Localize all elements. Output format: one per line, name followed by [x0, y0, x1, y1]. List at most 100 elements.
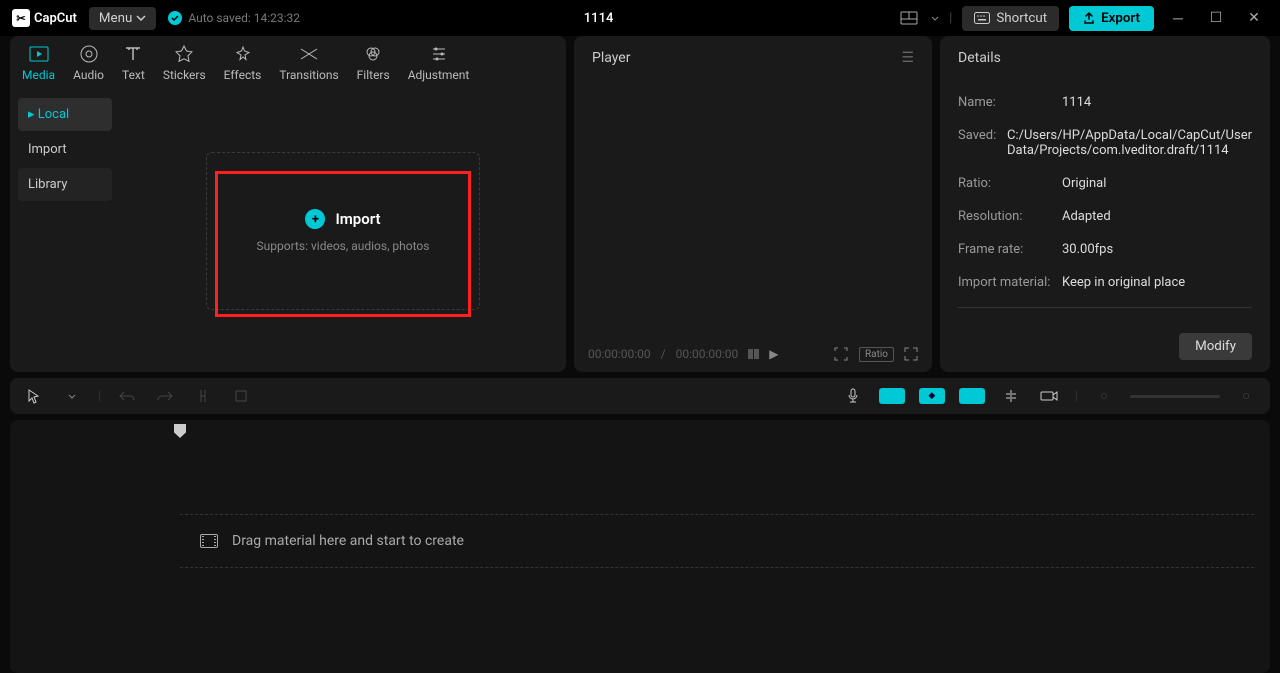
- time-current: 00:00:00:00: [588, 347, 651, 361]
- app-name: CapCut: [34, 11, 77, 26]
- details-header: Details: [940, 36, 1270, 80]
- zoom-out-button[interactable]: ○: [1092, 384, 1116, 408]
- tab-text[interactable]: Text: [122, 44, 145, 82]
- detail-row-resolution: Resolution:Adapted: [958, 200, 1252, 233]
- play-button[interactable]: ▶: [769, 347, 778, 361]
- separator: |: [98, 389, 101, 404]
- tab-label: Adjustment: [408, 68, 470, 82]
- export-label: Export: [1101, 11, 1140, 26]
- audio-icon: [79, 44, 99, 64]
- drag-hint: Drag material here and start to create: [232, 533, 464, 549]
- transitions-icon: [299, 44, 319, 64]
- tab-filters[interactable]: Filters: [357, 44, 390, 82]
- tab-audio[interactable]: Audio: [73, 44, 104, 82]
- modify-button[interactable]: Modify: [1179, 333, 1252, 360]
- align-button[interactable]: [999, 384, 1023, 408]
- hamburger-icon[interactable]: ☰: [901, 50, 914, 66]
- menu-label: Menu: [99, 11, 132, 26]
- player-footer: 00:00:00:00 / 00:00:00:00 ▶ Ratio: [574, 336, 932, 372]
- tab-label: Effects: [224, 68, 262, 82]
- split-button[interactable]: [191, 384, 215, 408]
- crop-button[interactable]: [229, 384, 253, 408]
- undo-button[interactable]: [115, 384, 139, 408]
- sidebar-item-local[interactable]: ▸ Local: [18, 98, 112, 131]
- app-logo: ✂ CapCut: [12, 9, 77, 27]
- media-body: ▸ Local Import Library + Import Supports…: [10, 90, 566, 372]
- shortcut-button[interactable]: Shortcut: [962, 6, 1059, 31]
- import-label: Import: [335, 210, 380, 228]
- mic-button[interactable]: [841, 384, 865, 408]
- detail-label: Name:: [958, 95, 1062, 110]
- layout-button[interactable]: [897, 6, 921, 30]
- pointer-dropdown[interactable]: [60, 384, 84, 408]
- detail-row-import-material: Import material:Keep in original place: [958, 266, 1252, 299]
- import-row: + Import: [257, 209, 430, 229]
- track-toggle-3[interactable]: [959, 388, 985, 404]
- layout-icon: [900, 11, 918, 25]
- timeline-track[interactable]: Drag material here and start to create: [180, 514, 1254, 568]
- zoom-in-button[interactable]: ○: [1234, 384, 1258, 408]
- export-icon: [1083, 12, 1095, 24]
- import-dropzone[interactable]: + Import Supports: videos, audios, photo…: [206, 152, 481, 310]
- minimize-button[interactable]: ─: [1164, 4, 1192, 32]
- detail-label: Ratio:: [958, 176, 1062, 191]
- fullscreen-icon[interactable]: [904, 347, 918, 361]
- sidebar-item-label: Local: [38, 107, 69, 122]
- timeline[interactable]: Drag material here and start to create: [10, 420, 1270, 673]
- export-button[interactable]: Export: [1069, 6, 1154, 31]
- autosave-status: Auto saved: 14:23:32: [168, 11, 300, 25]
- compare-icon[interactable]: [748, 349, 759, 359]
- detail-value: 30.00fps: [1062, 242, 1252, 257]
- main-area: Media Audio Text Stickers Effects Transi…: [0, 36, 1280, 372]
- tab-label: Transitions: [279, 68, 338, 82]
- tab-media[interactable]: Media: [22, 44, 55, 82]
- time-total: 00:00:00:00: [676, 347, 739, 361]
- keyboard-icon: [974, 12, 990, 24]
- separator: |: [949, 11, 952, 26]
- player-panel: Player ☰ 00:00:00:00 / 00:00:00:00 ▶ Rat…: [574, 36, 932, 372]
- tab-label: Stickers: [163, 68, 206, 82]
- track-toggle-1[interactable]: [879, 388, 905, 404]
- tab-label: Text: [122, 68, 145, 82]
- detail-value: Adapted: [1062, 209, 1252, 224]
- detail-value: 1114: [1062, 95, 1252, 110]
- chevron-down-icon[interactable]: [931, 16, 939, 21]
- player-viewport[interactable]: [574, 80, 932, 336]
- playhead-marker[interactable]: [174, 424, 186, 438]
- sidebar-item-import[interactable]: Import: [18, 133, 112, 166]
- detail-row-ratio: Ratio:Original: [958, 167, 1252, 200]
- details-body: Name:1114 Saved:C:/Users/HP/AppData/Loca…: [940, 80, 1270, 329]
- tab-label: Media: [22, 68, 55, 82]
- detail-label: Import material:: [958, 275, 1062, 290]
- preview-button[interactable]: [1037, 384, 1061, 408]
- zoom-slider[interactable]: [1130, 395, 1220, 398]
- import-subtext: Supports: videos, audios, photos: [257, 239, 430, 253]
- media-icon: [29, 44, 49, 64]
- film-icon: [200, 534, 218, 548]
- ratio-button[interactable]: Ratio: [859, 347, 894, 362]
- check-icon: [168, 11, 182, 25]
- tab-stickers[interactable]: Stickers: [163, 44, 206, 82]
- top-tabs: Media Audio Text Stickers Effects Transi…: [10, 36, 566, 90]
- detail-row-name: Name:1114: [958, 86, 1252, 119]
- project-title: 1114: [312, 11, 885, 26]
- menu-button[interactable]: Menu: [89, 7, 156, 30]
- detail-label: Saved:: [958, 128, 1007, 143]
- close-button[interactable]: ✕: [1240, 4, 1268, 32]
- scan-icon[interactable]: [833, 346, 849, 362]
- separator: |: [1075, 389, 1078, 404]
- redo-button[interactable]: [153, 384, 177, 408]
- titlebar: ✂ CapCut Menu Auto saved: 14:23:32 1114 …: [0, 0, 1280, 36]
- media-content: + Import Supports: videos, audios, photo…: [120, 90, 566, 372]
- maximize-button[interactable]: ☐: [1202, 4, 1230, 32]
- tab-effects[interactable]: Effects: [224, 44, 262, 82]
- player-title: Player: [592, 50, 630, 66]
- detail-value: C:/Users/HP/AppData/Local/CapCut/User Da…: [1007, 128, 1252, 158]
- tab-transitions[interactable]: Transitions: [279, 44, 338, 82]
- tab-label: Audio: [73, 68, 104, 82]
- pointer-tool[interactable]: [22, 384, 46, 408]
- sidebar-item-library[interactable]: Library: [18, 168, 112, 201]
- tab-adjustment[interactable]: Adjustment: [408, 44, 470, 82]
- track-toggle-2[interactable]: ◆: [919, 388, 945, 404]
- effects-icon: [233, 44, 253, 64]
